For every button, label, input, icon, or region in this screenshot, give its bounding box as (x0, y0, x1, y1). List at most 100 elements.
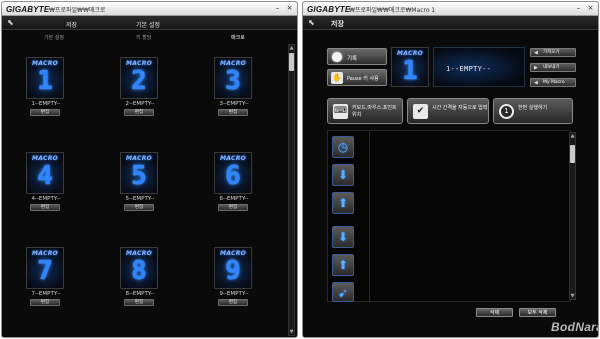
scroll-up-icon[interactable]: ▲ (289, 45, 294, 51)
my-macro-button[interactable]: ◀ My Macro (530, 78, 576, 87)
arrow-left-icon: ◀ (534, 50, 538, 56)
macro-event-list[interactable]: ◷ ⬇ ⬆ ⬇ ⬆ ➹ (327, 130, 571, 303)
title-bar: GIGABYTE ₩프로파일₩₩매크로₩Macro 1 – × (303, 2, 598, 16)
keyboard-icon: ⌨ (333, 104, 348, 119)
macro-tile[interactable]: MACRO 1 (26, 57, 64, 99)
macro-label: 1--EMPTY-- (31, 101, 61, 107)
arrow-left-icon: ◀ (534, 80, 538, 86)
breadcrumb: ₩프로파일₩₩매크로 (49, 7, 106, 14)
scroll-thumb[interactable] (570, 145, 575, 163)
macro-name-field[interactable]: 1--EMPTY-- (433, 47, 525, 87)
subtab-basic-settings[interactable]: 기본 설정 (44, 34, 64, 41)
record-button[interactable]: 기록 (327, 48, 387, 65)
close-button[interactable]: × (585, 4, 596, 13)
brand-logo: GIGABYTE (6, 5, 50, 14)
tab-save[interactable]: 저장 (66, 20, 77, 29)
macro-tile[interactable]: MACRO 3 (214, 57, 252, 99)
tile-number: 7 (37, 256, 53, 286)
back-arrow-icon[interactable]: ⬉ (308, 18, 315, 27)
macro-label: 3--EMPTY-- (219, 101, 249, 107)
scroll-up-icon[interactable]: ▲ (570, 133, 575, 139)
mouse-icon[interactable]: ➹ (332, 282, 354, 302)
my-macro-label: My Macro (543, 80, 565, 85)
key-up-icon[interactable]: ⬆ (332, 192, 354, 214)
macro-tile[interactable]: MACRO 4 (26, 152, 64, 194)
tile-number: 5 (131, 161, 147, 191)
export-button[interactable]: ▶ 내보내기 (530, 63, 576, 72)
tile-number: 4 (37, 161, 53, 191)
tab-bar: ⬉ 저장 (303, 16, 598, 30)
record-label: 기록 (347, 56, 358, 62)
vertical-scrollbar[interactable]: ▲ ▼ (569, 132, 576, 300)
macro-label: 6--EMPTY-- (219, 196, 249, 202)
edit-button[interactable]: 편집 (218, 109, 248, 116)
macro-tile: MACRO 1 (391, 47, 429, 87)
tile-number: 2 (131, 66, 147, 96)
subtab-key-assign[interactable]: 키 할당 (136, 34, 151, 41)
edit-button[interactable]: 편집 (30, 109, 60, 116)
key-up-icon[interactable]: ⬆ (332, 254, 354, 276)
delete-button[interactable]: 삭제 (476, 308, 513, 317)
edit-button[interactable]: 편집 (124, 299, 154, 306)
tile-number: 6 (225, 161, 241, 191)
delete-all-button[interactable]: 모두 삭제 (519, 308, 556, 317)
tile-number: 9 (225, 256, 241, 286)
scroll-thumb[interactable] (289, 53, 294, 71)
scroll-down-icon[interactable]: ▼ (570, 293, 575, 299)
input-keyboard-mouse-button[interactable]: ⌨ 키보드,마우스,포인트 위치 (327, 98, 403, 124)
key-down-icon[interactable]: ⬇ (332, 164, 354, 186)
macro-tile[interactable]: MACRO 8 (120, 247, 158, 289)
edit-button[interactable]: 편집 (30, 204, 60, 211)
close-button[interactable]: × (284, 4, 295, 13)
event-glyph: ⬇ (337, 230, 349, 244)
edit-button[interactable]: 편집 (218, 204, 248, 211)
auto-delay-button[interactable]: ✔ 시간 간격을 자동으로 입력 (407, 98, 489, 124)
load-button[interactable]: ◀ 가져오기 (530, 48, 576, 57)
minimize-button[interactable]: – (573, 4, 584, 13)
breadcrumb: ₩프로파일₩₩매크로₩Macro 1 (349, 7, 436, 14)
tile-number: 1 (37, 66, 53, 96)
event-glyph: ⬆ (337, 258, 349, 272)
tile-number: 8 (131, 256, 147, 286)
scroll-down-icon[interactable]: ▼ (289, 329, 294, 335)
hand-icon: ✋ (331, 72, 343, 84)
macro-label: 9--EMPTY-- (219, 291, 249, 297)
edit-button[interactable]: 편집 (124, 204, 154, 211)
tab-save[interactable]: 저장 (331, 19, 344, 29)
run-once-label: 한번 실행하기 (518, 105, 548, 111)
vertical-scrollbar[interactable]: ▲ ▼ (288, 44, 295, 336)
edit-button[interactable]: 편집 (218, 299, 248, 306)
subtab-macro[interactable]: 매크로 (231, 34, 245, 41)
input-label: 키보드,마우스,포인트 위치 (352, 105, 397, 118)
checkmark-icon: ✔ (413, 104, 428, 119)
brand-logo: GIGABYTE (307, 5, 351, 14)
load-label: 가져오기 (543, 50, 560, 55)
event-glyph: ◷ (337, 140, 349, 154)
macro-tile[interactable]: MACRO 2 (120, 57, 158, 99)
record-icon (332, 52, 342, 62)
macro-label: 7--EMPTY-- (31, 291, 61, 297)
minimize-button[interactable]: – (272, 4, 283, 13)
macro-tile[interactable]: MACRO 5 (120, 152, 158, 194)
macro-tile[interactable]: MACRO 7 (26, 247, 64, 289)
macro-grid: MACRO 1 1--EMPTY-- 편집 MACRO 2 2--EMPTY--… (2, 42, 297, 337)
arrow-right-icon: ▶ (534, 65, 538, 71)
pause-key-button[interactable]: ✋ Pause 키 사용 (327, 69, 387, 86)
macro-preview: MACRO 1 (391, 47, 429, 87)
edit-button[interactable]: 편집 (124, 109, 154, 116)
key-down-icon[interactable]: ⬇ (332, 226, 354, 248)
macro-tile[interactable]: MACRO 6 (214, 152, 252, 194)
macro-label: 2--EMPTY-- (125, 101, 155, 107)
back-arrow-icon[interactable]: ⬉ (7, 18, 14, 27)
macro-tile[interactable]: MACRO 9 (214, 247, 252, 289)
macro-editor-window: GIGABYTE ₩프로파일₩₩매크로₩Macro 1 – × ⬉ 저장 기록 … (302, 1, 599, 338)
clock-icon[interactable]: ◷ (332, 136, 354, 158)
tile-number: 1 (402, 56, 418, 86)
event-glyph: ⬇ (337, 168, 349, 182)
run-once-button[interactable]: 1 한번 실행하기 (493, 98, 573, 124)
macro-label: 5--EMPTY-- (125, 196, 155, 202)
edit-button[interactable]: 편집 (30, 299, 60, 306)
tab-default-settings[interactable]: 기본 설정 (136, 20, 160, 29)
tab-bar: ⬉ 저장 기본 설정 (2, 16, 297, 30)
macro-label: 4--EMPTY-- (31, 196, 61, 202)
